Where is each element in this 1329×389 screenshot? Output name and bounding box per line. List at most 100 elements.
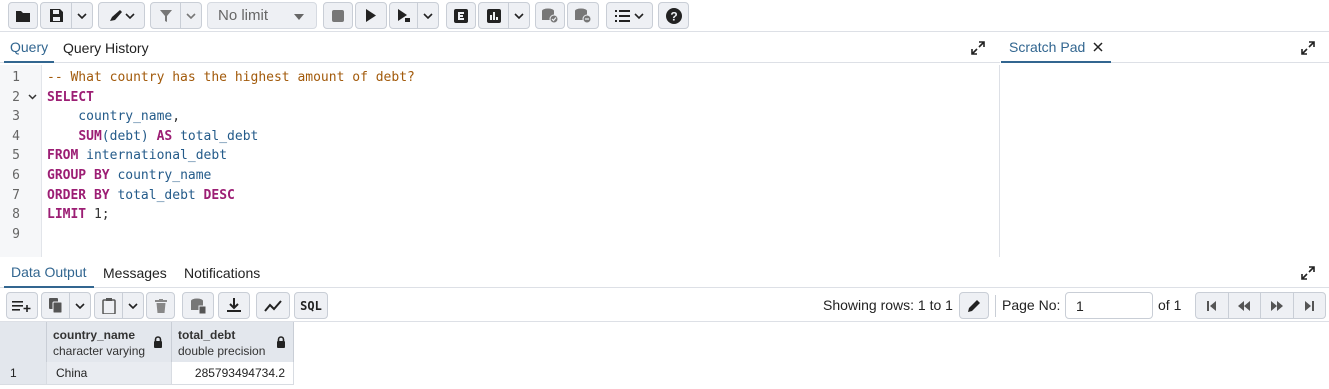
paste-button[interactable] — [95, 293, 124, 318]
page-no-label: Page No: — [1002, 297, 1061, 313]
filter-options-button[interactable] — [181, 3, 201, 28]
code-line[interactable]: LIMIT 1; — [47, 207, 110, 222]
tab-query-history[interactable]: Query History — [63, 33, 149, 63]
sql-button[interactable]: SQL — [294, 292, 328, 319]
execute-script-button[interactable] — [390, 3, 419, 28]
commit-button[interactable] — [535, 2, 565, 29]
last-page-button[interactable] — [1294, 293, 1326, 318]
code-line[interactable]: SELECT — [47, 90, 94, 105]
copy-icon — [48, 298, 63, 313]
help-icon: ? — [665, 7, 682, 24]
save-options-button[interactable] — [72, 3, 92, 28]
prev-page-button[interactable] — [1229, 293, 1261, 318]
add-row-icon — [12, 300, 31, 312]
page-number-input[interactable] — [1065, 292, 1153, 319]
chevron-down-icon — [514, 12, 524, 19]
tab-messages[interactable]: Messages — [103, 258, 167, 288]
download-button[interactable] — [218, 292, 250, 319]
copy-options-button[interactable] — [70, 293, 90, 318]
help-button[interactable]: ? — [658, 2, 689, 29]
pagination-controls — [1195, 292, 1326, 319]
copy-button[interactable] — [42, 293, 71, 318]
save-icon — [49, 9, 63, 22]
code-token: SELECT — [47, 89, 94, 105]
scratch-pad-label: Scratch Pad — [1009, 39, 1086, 55]
line-number: 6 — [12, 168, 20, 183]
page-count-label: of 1 — [1158, 297, 1182, 313]
editor-tabbar: Query Query History — [0, 33, 1000, 63]
execute-options-button[interactable] — [418, 3, 438, 28]
sql-editor[interactable]: 1 2 3 4 5 6 7 8 9 -- What country has the highes… — [0, 65, 1000, 257]
code-token: DESC — [203, 187, 235, 203]
paste-options-button[interactable] — [123, 293, 143, 318]
expand-icon — [971, 41, 985, 55]
chevron-down-icon — [77, 12, 87, 19]
line-number: 2 — [12, 89, 20, 105]
svg-text:?: ? — [670, 9, 677, 23]
save-button[interactable] — [41, 3, 73, 28]
scratch-pad-panel: Scratch Pad — [1001, 33, 1329, 257]
stop-button[interactable] — [323, 2, 353, 29]
line-number: 1 — [12, 70, 20, 85]
cell-total-debt[interactable]: 285793494734.2 — [172, 362, 294, 385]
code-token: 1 — [86, 207, 102, 223]
code-token: total_debt — [172, 128, 259, 144]
code-token: country_name — [47, 109, 173, 125]
close-icon[interactable] — [1093, 42, 1103, 52]
line-chart-icon — [264, 299, 282, 312]
code-token: ; — [101, 207, 110, 223]
code-line[interactable]: country_name, — [47, 109, 180, 124]
scratch-tabbar: Scratch Pad — [1001, 33, 1329, 63]
explain-split-button — [389, 2, 439, 29]
lock-icon — [154, 336, 162, 348]
delete-row-button[interactable] — [146, 292, 175, 319]
execute-button[interactable] — [355, 2, 387, 29]
last-page-icon — [1305, 300, 1315, 311]
maximize-editor-button[interactable] — [971, 41, 985, 60]
explain-analyze-button[interactable] — [479, 3, 510, 28]
code-line[interactable]: ORDER BY total_debt DESC — [47, 188, 235, 203]
tab-query[interactable]: Query — [4, 33, 55, 63]
cell-country-name[interactable]: China — [47, 362, 172, 385]
fold-chevron-icon[interactable] — [28, 92, 37, 103]
line-number: 9 — [12, 226, 20, 242]
code-token: -- What country has the highest amount o… — [47, 70, 415, 85]
column-type: character varying — [53, 344, 146, 358]
code-line[interactable]: SUM(debt) AS total_debt — [47, 129, 258, 144]
save-data-button[interactable] — [182, 292, 214, 319]
tab-notifications[interactable]: Notifications — [184, 258, 260, 288]
code-line[interactable]: FROM international_debt — [47, 148, 227, 163]
column-header-total-debt[interactable]: total_debt double precision — [172, 322, 294, 362]
graph-visualiser-button[interactable] — [256, 292, 290, 319]
chart-icon — [486, 8, 501, 23]
rollback-icon — [575, 8, 592, 23]
open-file-button[interactable] — [8, 2, 38, 29]
tab-data-output[interactable]: Data Output — [4, 258, 94, 288]
folder-icon — [16, 10, 30, 22]
rewind-icon — [1238, 300, 1251, 311]
maximize-scratch-button[interactable] — [1301, 41, 1315, 60]
add-row-button[interactable] — [6, 292, 38, 319]
code-line[interactable]: GROUP BY country_name — [47, 168, 211, 183]
chevron-down-icon — [75, 302, 85, 309]
editor-gutter: 1 2 3 4 5 6 7 8 9 — [0, 65, 42, 257]
code-token: SUM — [78, 128, 102, 144]
expand-icon — [1301, 41, 1315, 55]
scratch-pad-textarea[interactable] — [1001, 64, 1329, 257]
tab-scratch-pad[interactable]: Scratch Pad — [1001, 33, 1112, 63]
code-line[interactable]: -- What country has the highest amount o… — [47, 70, 415, 85]
next-page-button[interactable] — [1261, 293, 1294, 318]
explain-analyze-options-button[interactable] — [509, 3, 529, 28]
first-page-button[interactable] — [1196, 293, 1229, 318]
macros-button[interactable] — [606, 2, 653, 29]
maximize-output-button[interactable] — [1301, 266, 1315, 285]
rows-limit-select[interactable]: No limit — [207, 2, 317, 29]
filter-button[interactable] — [151, 3, 182, 28]
explain-button[interactable] — [446, 2, 476, 29]
edit-rows-button[interactable] — [959, 292, 989, 319]
rollback-button[interactable] — [567, 2, 599, 29]
code-token: (debt) — [101, 128, 157, 144]
column-header-country-name[interactable]: country_name character varying — [47, 322, 172, 362]
edit-button[interactable] — [98, 2, 145, 29]
code-token: LIMIT — [47, 207, 87, 223]
